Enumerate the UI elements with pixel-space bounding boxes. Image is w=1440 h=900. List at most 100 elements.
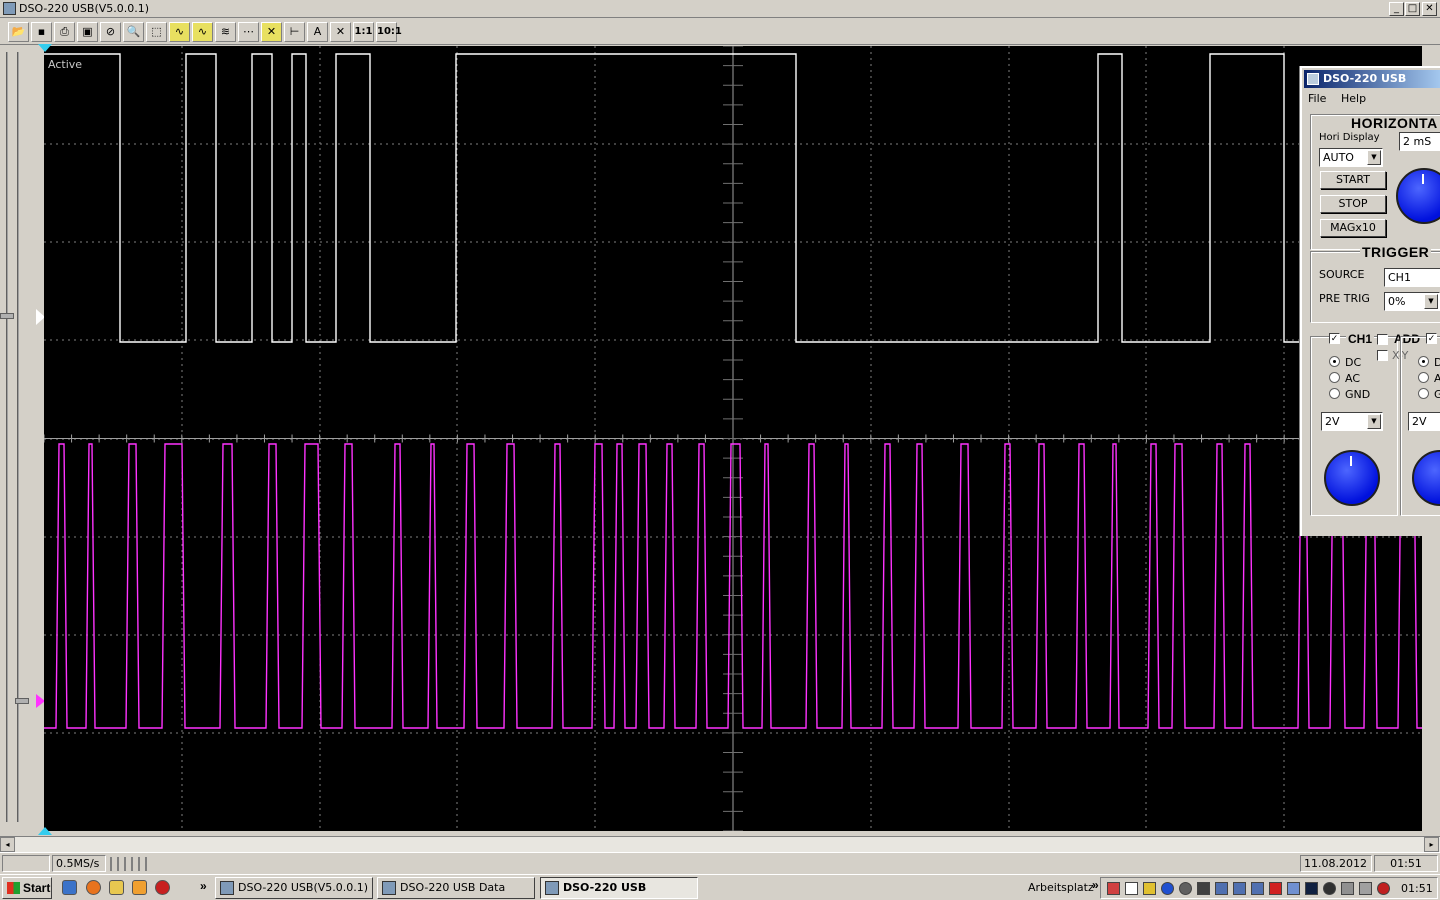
ch1-slider-thumb[interactable] <box>0 313 14 319</box>
horizontal-title: HORIZONTA <box>1351 115 1438 131</box>
maximize-button[interactable]: □ <box>1405 2 1420 16</box>
shield-icon[interactable] <box>1143 882 1156 895</box>
tray-app-icon[interactable] <box>1323 882 1336 895</box>
tray-app-icon[interactable] <box>1341 882 1354 895</box>
cross-marker-icon[interactable]: ✕ <box>261 22 282 42</box>
panel-title-bar[interactable]: DSO-220 USB <box>1304 70 1440 88</box>
security-icon[interactable] <box>1377 882 1390 895</box>
timebase-field[interactable]: 2 mS <box>1399 132 1440 151</box>
tray-app-icon[interactable] <box>1269 882 1282 895</box>
cursor-a-icon[interactable]: A <box>307 22 328 42</box>
hori-display-select[interactable]: AUTO ▼ <box>1319 148 1383 167</box>
acrobat-icon[interactable] <box>155 880 170 895</box>
control-panel-window: DSO-220 USB File Help HORIZONTA Hori Dis… <box>1300 66 1440 536</box>
xy-checkbox[interactable] <box>1377 350 1388 361</box>
ratio-10-1-button[interactable]: 10:1 <box>376 22 402 42</box>
hori-display-value: AUTO <box>1323 151 1354 164</box>
tray-app-icon[interactable] <box>1197 882 1210 895</box>
source-select[interactable]: CH1 <box>1384 268 1440 287</box>
wave-ch2-icon[interactable]: ∿ <box>192 22 213 42</box>
menu-help[interactable]: Help <box>1341 92 1366 105</box>
stop-icon[interactable]: ⊘ <box>100 22 121 42</box>
ch1-offset-slider[interactable] <box>6 52 8 822</box>
start-button[interactable]: Start <box>2 877 52 899</box>
scope-status-label: Active <box>48 58 83 71</box>
chevron-down-icon[interactable]: ▼ <box>1424 294 1438 309</box>
hori-display-label: Hori Display <box>1319 132 1380 143</box>
ch2-dc-label: D <box>1434 356 1440 369</box>
progress-indicator <box>110 857 150 871</box>
desktop-icon[interactable] <box>62 880 77 895</box>
pretrig-value: 0% <box>1388 295 1406 308</box>
tray-app-icon[interactable] <box>1305 882 1318 895</box>
clear-icon[interactable]: ✕ <box>330 22 351 42</box>
network-icon[interactable] <box>1215 882 1228 895</box>
print-preview-icon[interactable]: ▣ <box>77 22 98 42</box>
toolbar-address-label[interactable]: Arbeitsplatz <box>1028 881 1094 894</box>
tray-overflow[interactable]: » <box>1092 878 1099 892</box>
wave-ch1-icon[interactable]: ∿ <box>169 22 190 42</box>
ch2-offset-slider[interactable] <box>17 52 19 822</box>
task-dso-panel[interactable]: DSO-220 USB <box>540 877 698 899</box>
mag-x10-button[interactable]: MAGx10 <box>1320 219 1386 237</box>
dso-app-icon <box>220 881 234 895</box>
ch1-gnd-radio[interactable] <box>1329 388 1340 399</box>
dotted-line-icon[interactable]: ⋯ <box>238 22 259 42</box>
chevron-down-icon[interactable]: ▼ <box>1367 414 1381 429</box>
trigger-group <box>1310 251 1440 323</box>
ch1-dc-radio[interactable] <box>1329 356 1340 367</box>
open-icon[interactable]: 📂 <box>8 22 29 42</box>
ch2-gnd-radio[interactable] <box>1418 388 1429 399</box>
ratio-1-1-button[interactable]: 1:1 <box>353 22 374 42</box>
dso-app-icon <box>545 881 559 895</box>
speaker-icon[interactable] <box>1359 882 1372 895</box>
quicklaunch-overflow[interactable]: » <box>200 879 207 893</box>
player-icon[interactable] <box>132 880 147 895</box>
zoom-icon[interactable]: 🔍 <box>123 22 144 42</box>
scroll-left-icon[interactable]: ◂ <box>0 837 15 852</box>
ch2-checkbox[interactable]: ✓ <box>1426 333 1437 344</box>
trigger-bottom-marker-icon <box>38 827 52 835</box>
waveform-math-icon[interactable]: ≋ <box>215 22 236 42</box>
bluetooth-icon[interactable] <box>1161 882 1174 895</box>
ch2-dc-radio[interactable] <box>1418 356 1429 367</box>
ch2-gnd-label: G <box>1434 388 1440 401</box>
source-label: SOURCE <box>1319 268 1365 281</box>
ch1-volts-select[interactable]: 2V ▼ <box>1321 412 1383 431</box>
folder-icon[interactable] <box>109 880 124 895</box>
ch1-ac-radio[interactable] <box>1329 372 1340 383</box>
pretrig-select[interactable]: 0% ▼ <box>1384 292 1440 311</box>
tray-app-icon[interactable] <box>1107 882 1120 895</box>
ch2-volts-select[interactable]: 2V <box>1408 412 1440 431</box>
tray-app-icon[interactable] <box>1125 882 1138 895</box>
save-icon[interactable]: ▪ <box>31 22 52 42</box>
status-time: 01:51 <box>1374 855 1438 872</box>
network-icon[interactable] <box>1287 882 1300 895</box>
start-button[interactable]: START <box>1320 171 1386 189</box>
scroll-right-icon[interactable]: ▸ <box>1424 837 1439 852</box>
menu-file[interactable]: File <box>1308 92 1326 105</box>
add-checkbox[interactable] <box>1377 334 1388 345</box>
select-area-icon[interactable]: ⬚ <box>146 22 167 42</box>
tray-app-icon[interactable] <box>1179 882 1192 895</box>
ch2-slider-thumb[interactable] <box>15 698 29 704</box>
task-dso-main[interactable]: DSO-220 USB(V5.0.0.1) <box>215 877 373 899</box>
cursor-t-icon[interactable]: ⊢ <box>284 22 305 42</box>
minimize-button[interactable]: _ <box>1389 2 1404 16</box>
print-icon[interactable]: ⎙ <box>54 22 75 42</box>
close-button[interactable]: ✕ <box>1422 2 1437 16</box>
ch1-gnd-label: GND <box>1345 388 1371 401</box>
horizontal-scrollbar[interactable]: ◂ ▸ <box>0 836 1440 852</box>
taskbar-clock: 01:51 <box>1401 882 1433 895</box>
scope-display[interactable]: Active <box>43 45 1423 832</box>
firefox-icon[interactable] <box>86 880 101 895</box>
stop-button[interactable]: STOP <box>1320 195 1386 213</box>
task-dso-data[interactable]: DSO-220 USB Data <box>377 877 535 899</box>
ch2-ac-radio[interactable] <box>1418 372 1429 383</box>
ch1-volts-knob[interactable] <box>1324 450 1380 506</box>
network-icon[interactable] <box>1251 882 1264 895</box>
chevron-down-icon[interactable]: ▼ <box>1367 150 1381 165</box>
ch1-checkbox[interactable]: ✓ <box>1329 333 1340 344</box>
network-icon[interactable] <box>1233 882 1246 895</box>
ch1-volts-value: 2V <box>1325 415 1340 428</box>
